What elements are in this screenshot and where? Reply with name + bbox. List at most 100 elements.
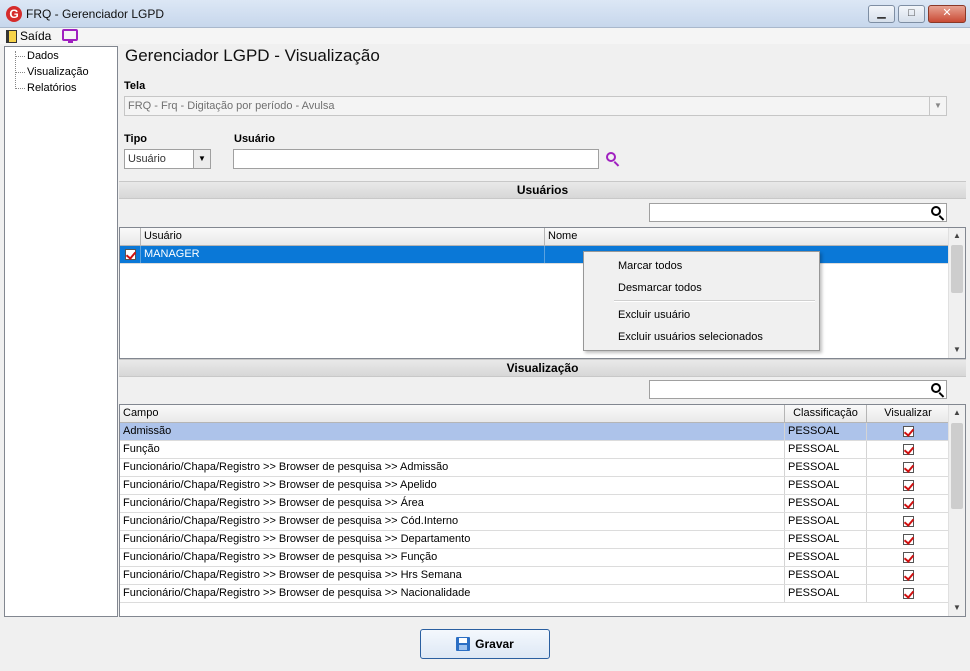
exit-menu-item[interactable]: Saída [6, 28, 51, 44]
floppy-disk-icon [456, 637, 471, 651]
search-icon[interactable] [929, 381, 947, 399]
checked-checkbox-icon [902, 426, 914, 437]
tela-select[interactable]: FRQ - Frq - Digitação por período - Avul… [124, 96, 947, 116]
table-row[interactable]: Funcionário/Chapa/Registro >> Browser de… [120, 585, 949, 603]
visualizar-checkbox[interactable] [867, 513, 949, 530]
cell-classificacao: PESSOAL [785, 513, 867, 530]
tree-item-visualizacao[interactable]: Visualização [13, 65, 89, 81]
column-header-nome[interactable]: Nome [545, 228, 949, 245]
scroll-down-icon[interactable]: ▼ [949, 342, 965, 358]
checked-checkbox-icon [902, 444, 914, 455]
table-row[interactable]: Função PESSOAL [120, 441, 949, 459]
visualizar-checkbox[interactable] [867, 549, 949, 566]
cell-campo: Funcionário/Chapa/Registro >> Browser de… [120, 459, 785, 476]
visualizar-checkbox[interactable] [867, 441, 949, 458]
usuarios-scrollbar[interactable]: ▲ ▼ [948, 228, 965, 358]
cell-campo: Funcionário/Chapa/Registro >> Browser de… [120, 585, 785, 602]
navigation-tree: Dados Visualização Relatórios [4, 46, 118, 617]
search-icon[interactable] [929, 204, 947, 222]
table-row[interactable]: Admissão PESSOAL [120, 423, 949, 441]
menu-separator [614, 300, 815, 302]
scroll-thumb[interactable] [951, 423, 963, 509]
maximize-button[interactable]: □ [898, 5, 925, 23]
monitor-icon[interactable] [62, 29, 78, 43]
cell-classificacao: PESSOAL [785, 549, 867, 566]
table-row[interactable]: MANAGER [120, 246, 949, 264]
menu-item-excluir-selecionados[interactable]: Excluir usuários selecionados [586, 326, 817, 348]
cell-classificacao: PESSOAL [785, 495, 867, 512]
cell-classificacao: PESSOAL [785, 441, 867, 458]
cell-classificacao: PESSOAL [785, 531, 867, 548]
menu-item-excluir-usuario[interactable]: Excluir usuário [586, 304, 817, 326]
visualizar-checkbox[interactable] [867, 477, 949, 494]
cell-classificacao: PESSOAL [785, 459, 867, 476]
usuarios-search-input[interactable] [649, 203, 947, 222]
visualizacao-grid-header: Campo Classificação Visualizar [120, 405, 949, 423]
tipo-label: Tipo [124, 133, 148, 145]
table-row[interactable]: Funcionário/Chapa/Registro >> Browser de… [120, 549, 949, 567]
tela-label: Tela [124, 80, 146, 92]
checked-checkbox-icon [902, 516, 914, 527]
close-button[interactable]: ✕ [928, 5, 966, 23]
visualizar-checkbox[interactable] [867, 567, 949, 584]
app-logo-icon: G [6, 6, 22, 22]
cell-classificacao: PESSOAL [785, 585, 867, 602]
column-header-usuario[interactable]: Usuário [141, 228, 545, 245]
checkbox-column-header [120, 228, 141, 245]
visualizacao-section-header: Visualização [119, 359, 966, 377]
visualizacao-grid: Campo Classificação Visualizar Admissão P… [119, 404, 966, 617]
cell-classificacao: PESSOAL [785, 567, 867, 584]
context-menu: Marcar todos Desmarcar todos Excluir usu… [583, 251, 820, 351]
scroll-thumb[interactable] [951, 245, 963, 293]
scroll-down-icon[interactable]: ▼ [949, 600, 965, 616]
scroll-up-icon[interactable]: ▲ [949, 228, 965, 244]
checked-checkbox-icon [124, 249, 136, 260]
column-header-campo[interactable]: Campo [120, 405, 785, 422]
cell-campo: Funcionário/Chapa/Registro >> Browser de… [120, 567, 785, 584]
visualizacao-search-input[interactable] [649, 380, 947, 399]
tipo-select[interactable]: Usuário ▼ [124, 149, 211, 169]
chevron-down-icon: ▼ [929, 97, 946, 115]
save-button[interactable]: Gravar [420, 629, 550, 659]
cell-campo: Funcionário/Chapa/Registro >> Browser de… [120, 495, 785, 512]
cell-campo: Admissão [120, 423, 785, 440]
checked-checkbox-icon [902, 588, 914, 599]
visualizar-checkbox[interactable] [867, 531, 949, 548]
table-row[interactable]: Funcionário/Chapa/Registro >> Browser de… [120, 459, 949, 477]
table-row[interactable]: Funcionário/Chapa/Registro >> Browser de… [120, 495, 949, 513]
menu-bar: Saída [0, 28, 970, 44]
visualizar-checkbox[interactable] [867, 495, 949, 512]
cell-usuario: MANAGER [141, 246, 545, 263]
page-title: Gerenciador LGPD - Visualização [125, 46, 380, 65]
menu-item-desmarcar-todos[interactable]: Desmarcar todos [586, 277, 817, 299]
column-header-classificacao[interactable]: Classificação [785, 405, 867, 422]
cell-campo: Função [120, 441, 785, 458]
table-row[interactable]: Funcionário/Chapa/Registro >> Browser de… [120, 567, 949, 585]
cell-classificacao: PESSOAL [785, 423, 867, 440]
tree-item-relatorios[interactable]: Relatórios [13, 81, 77, 97]
visualizar-checkbox[interactable] [867, 459, 949, 476]
table-row[interactable]: Funcionário/Chapa/Registro >> Browser de… [120, 531, 949, 549]
save-label: Gravar [475, 637, 514, 651]
visualizar-checkbox[interactable] [867, 423, 949, 440]
visualizar-checkbox[interactable] [867, 585, 949, 602]
search-icon[interactable] [604, 150, 622, 168]
row-checkbox[interactable] [120, 246, 141, 263]
menu-item-marcar-todos[interactable]: Marcar todos [586, 255, 817, 277]
scroll-up-icon[interactable]: ▲ [949, 405, 965, 421]
cell-campo: Funcionário/Chapa/Registro >> Browser de… [120, 531, 785, 548]
table-row[interactable]: Funcionário/Chapa/Registro >> Browser de… [120, 477, 949, 495]
column-header-visualizar[interactable]: Visualizar [867, 405, 949, 422]
checked-checkbox-icon [902, 498, 914, 509]
tela-value: FRQ - Frq - Digitação por período - Avul… [128, 100, 335, 112]
table-row[interactable]: Funcionário/Chapa/Registro >> Browser de… [120, 513, 949, 531]
tipo-value: Usuário [128, 153, 166, 165]
checked-checkbox-icon [902, 462, 914, 473]
visualizacao-scrollbar[interactable]: ▲ ▼ [948, 405, 965, 616]
usuario-input[interactable] [233, 149, 599, 169]
checked-checkbox-icon [902, 480, 914, 491]
minimize-button[interactable]: ▁ [868, 5, 895, 23]
usuario-label: Usuário [234, 133, 275, 145]
exit-door-icon [6, 29, 17, 43]
tree-item-dados[interactable]: Dados [13, 49, 59, 65]
